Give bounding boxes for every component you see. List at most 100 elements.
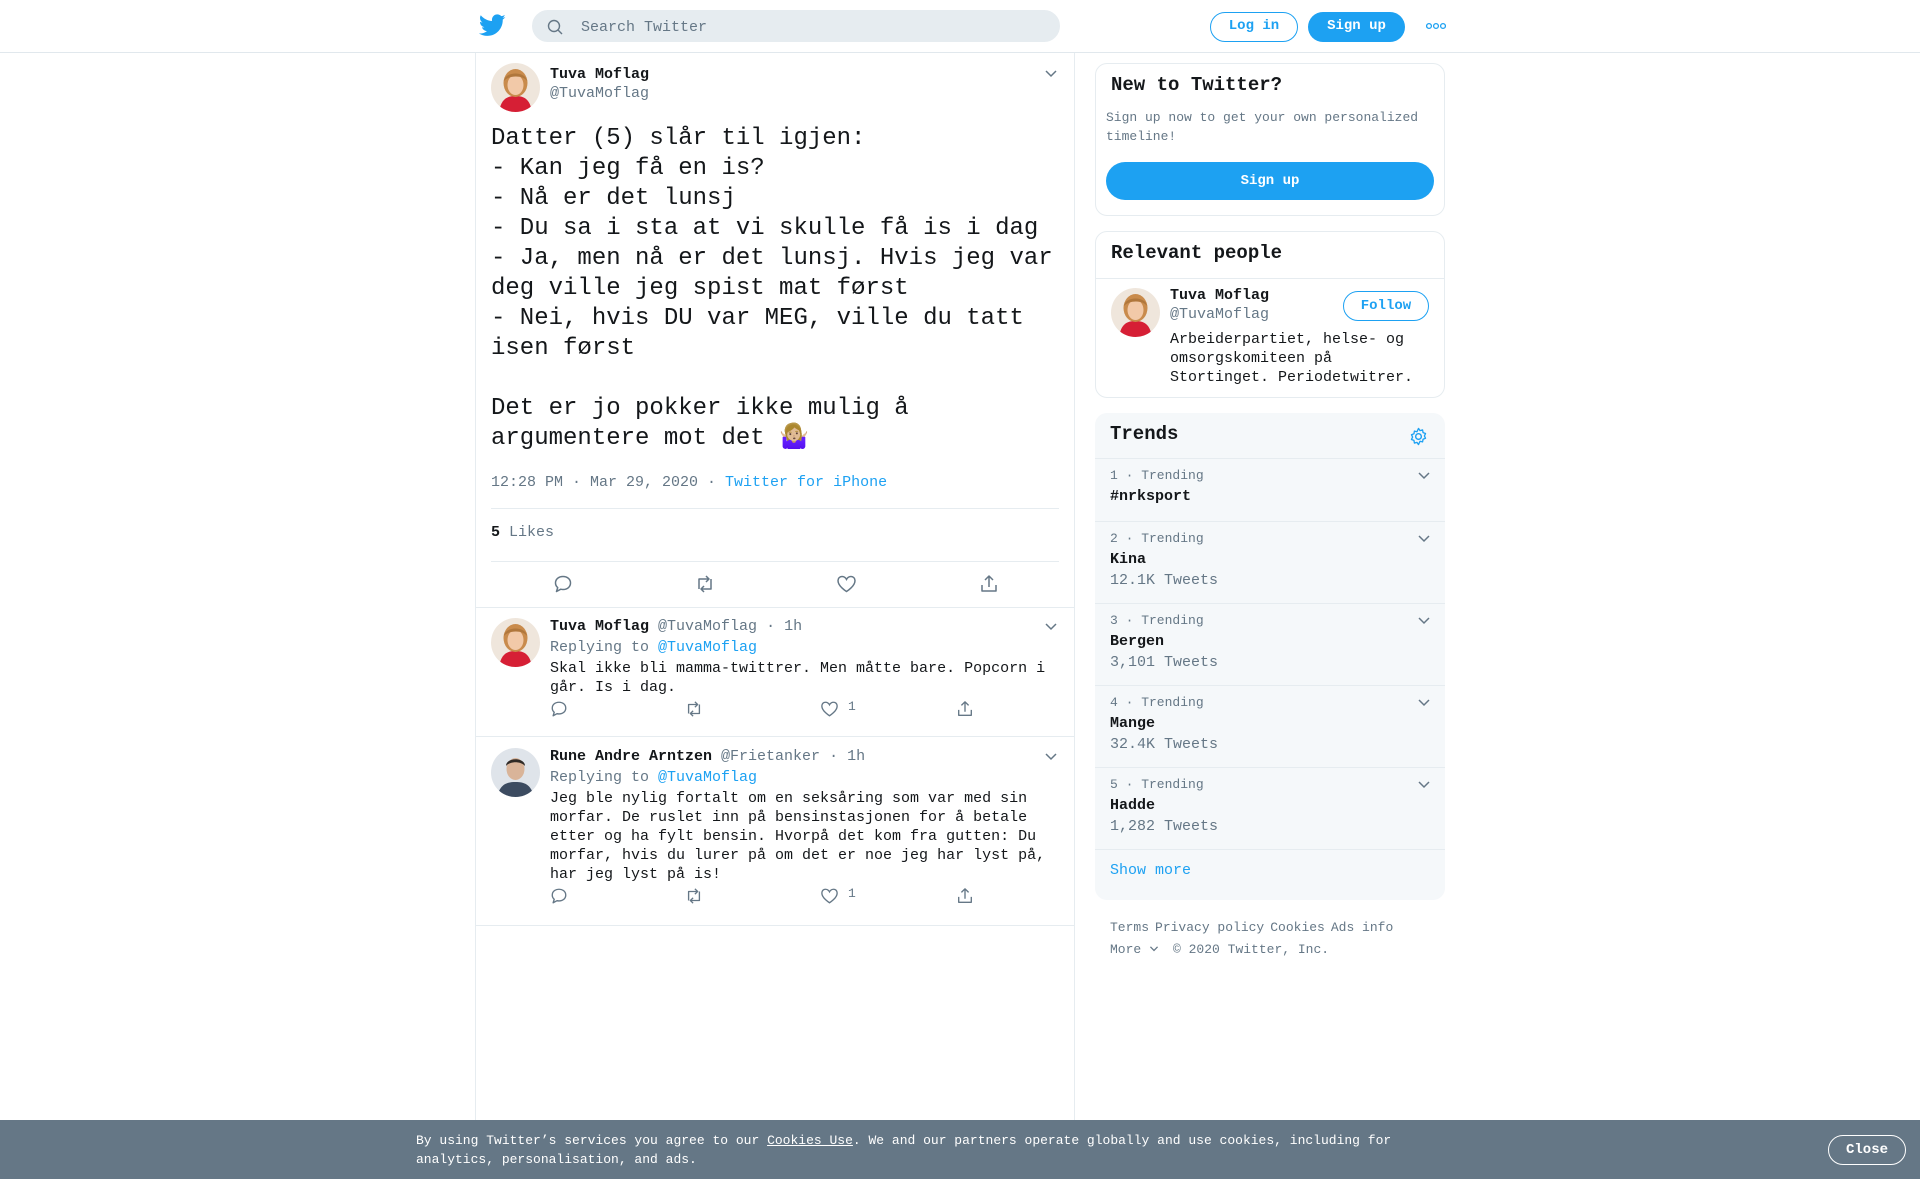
replying-to-link[interactable]: @TuvaMoflag <box>658 639 757 656</box>
footer-copyright: © 2020 Twitter, Inc. <box>1173 942 1330 957</box>
divider <box>476 925 1074 926</box>
chevron-down-icon[interactable] <box>1044 752 1058 762</box>
trend-item[interactable]: 5 · Trending Hadde 1,282 Tweets <box>1095 768 1445 850</box>
reply-icon[interactable] <box>550 887 568 905</box>
like-count: 1 <box>848 886 856 901</box>
twitter-bird-icon[interactable] <box>479 14 506 37</box>
cookies-use-link[interactable]: Cookies Use <box>767 1133 853 1148</box>
share-icon[interactable] <box>956 700 974 718</box>
divider <box>491 508 1059 509</box>
cookie-close-button[interactable]: Close <box>1828 1135 1906 1165</box>
author-handle[interactable]: @Frietanker <box>721 748 820 765</box>
trend-item[interactable]: 3 · Trending Bergen 3,101 Tweets <box>1095 604 1445 686</box>
chevron-down-icon[interactable] <box>1044 622 1058 632</box>
search-box[interactable] <box>532 10 1060 42</box>
avatar[interactable] <box>491 618 540 667</box>
card-title: Trends <box>1110 423 1179 445</box>
reply-icon[interactable] <box>550 700 568 718</box>
login-button[interactable]: Log in <box>1210 12 1298 42</box>
footer-ads-link[interactable]: Ads info <box>1331 920 1393 935</box>
chevron-down-icon[interactable] <box>1044 69 1058 79</box>
trend-count: 32.4K Tweets <box>1110 736 1219 753</box>
trend-rank: 5 · Trending <box>1110 777 1204 792</box>
replying-to: Replying to @TuvaMoflag <box>550 639 757 656</box>
avatar[interactable] <box>1111 288 1160 337</box>
reply-tweet[interactable]: Tuva Moflag @TuvaMoflag · 1h Replying to… <box>476 608 1074 737</box>
author-handle[interactable]: @TuvaMoflag <box>550 85 649 102</box>
footer-privacy-link[interactable]: Privacy policy <box>1155 920 1264 935</box>
like-icon[interactable] <box>836 574 857 594</box>
cookie-notice-text: By using Twitter’s services you agree to… <box>416 1131 1416 1169</box>
likes-number: 5 <box>491 524 501 541</box>
chevron-down-icon[interactable] <box>1417 534 1431 544</box>
main-timeline-column: Tuva Moflag @TuvaMoflag Datter (5) slår … <box>475 53 1075 1120</box>
reply-icon[interactable] <box>553 574 573 594</box>
search-icon <box>547 19 563 35</box>
follow-button[interactable]: Follow <box>1343 291 1429 321</box>
replying-label: Replying to <box>550 639 650 656</box>
footer-more-label: More <box>1110 942 1142 957</box>
more-dots-icon[interactable] <box>1426 21 1446 31</box>
like-icon[interactable] <box>820 887 839 905</box>
replying-to-link[interactable]: @TuvaMoflag <box>658 769 757 786</box>
card-title: New to Twitter? <box>1111 74 1283 96</box>
reply-age[interactable]: · 1h <box>829 748 865 765</box>
likes-count[interactable]: 5 Likes <box>491 524 554 541</box>
tweet-text: Datter (5) slår til igjen: - Kan jeg få … <box>491 125 1053 452</box>
trend-term: Mange <box>1110 715 1156 732</box>
trends-header: Trends <box>1095 413 1445 459</box>
share-icon[interactable] <box>956 887 974 905</box>
chevron-down-icon[interactable] <box>1417 471 1431 481</box>
card-description: Sign up now to get your own personalized… <box>1106 110 1419 144</box>
author-name[interactable]: Tuva Moflag <box>550 66 649 83</box>
trend-rank: 2 · Trending <box>1110 531 1204 546</box>
share-icon[interactable] <box>979 574 999 594</box>
chevron-down-icon[interactable] <box>1417 616 1431 626</box>
footer-more-menu[interactable]: More <box>1110 942 1159 957</box>
signup-button[interactable]: Sign up <box>1308 12 1405 42</box>
cookie-consent-bar: By using Twitter’s services you agree to… <box>0 1120 1920 1179</box>
trend-count: 1,282 Tweets <box>1110 818 1219 835</box>
trend-term: #nrksport <box>1110 488 1192 505</box>
reply-text: Jeg ble nylig fortalt om en seksåring so… <box>550 790 1046 883</box>
avatar[interactable] <box>491 748 540 797</box>
author-name[interactable]: Tuva Moflag <box>550 618 649 635</box>
tweet-time[interactable]: 12:28 PM · Mar 29, 2020 · <box>491 474 725 491</box>
divider <box>476 736 1074 737</box>
author-name[interactable]: Rune Andre Arntzen <box>550 748 712 765</box>
trend-count: 12.1K Tweets <box>1110 572 1219 589</box>
person-handle[interactable]: @TuvaMoflag <box>1170 306 1269 323</box>
gear-icon[interactable] <box>1409 427 1428 446</box>
relevant-people-card: Relevant people Tuva Moflag @TuvaMoflag … <box>1095 231 1445 398</box>
cookie-text-before: By using Twitter’s services you agree to… <box>416 1133 768 1148</box>
reply-text: Skal ikke bli mamma-twittrer. Men måtte … <box>550 660 1046 696</box>
new-to-twitter-card: New to Twitter? Sign up now to get your … <box>1095 63 1445 216</box>
person-name[interactable]: Tuva Moflag <box>1170 287 1269 304</box>
footer-terms-link[interactable]: Terms <box>1110 920 1149 935</box>
chevron-down-icon[interactable] <box>1417 698 1431 708</box>
trend-item[interactable]: 1 · Trending #nrksport <box>1095 459 1445 522</box>
chevron-down-icon[interactable] <box>1417 780 1431 790</box>
retweet-icon[interactable] <box>684 887 704 905</box>
divider <box>491 561 1059 562</box>
divider <box>1096 278 1444 279</box>
search-input[interactable] <box>581 17 1041 37</box>
footer-cookies-link[interactable]: Cookies <box>1270 920 1325 935</box>
show-more-link[interactable]: Show more <box>1110 862 1191 879</box>
retweet-icon[interactable] <box>694 574 716 594</box>
retweet-icon[interactable] <box>684 700 704 718</box>
person-bio: Arbeiderpartiet, helse- og omsorgskomite… <box>1170 331 1414 386</box>
card-title: Relevant people <box>1111 242 1283 264</box>
sidebar-signup-button[interactable]: Sign up <box>1106 162 1434 200</box>
like-icon[interactable] <box>820 700 839 718</box>
reply-tweet[interactable]: Rune Andre Arntzen @Frietanker · 1h Repl… <box>476 738 1074 926</box>
like-count: 1 <box>848 699 856 714</box>
trend-term: Bergen <box>1110 633 1165 650</box>
avatar[interactable] <box>491 63 540 112</box>
trend-item[interactable]: 2 · Trending Kina 12.1K Tweets <box>1095 522 1445 604</box>
author-handle[interactable]: @TuvaMoflag <box>658 618 757 635</box>
trend-item[interactable]: 4 · Trending Mange 32.4K Tweets <box>1095 686 1445 768</box>
reply-age[interactable]: · 1h <box>766 618 802 635</box>
trend-term: Hadde <box>1110 797 1156 814</box>
tweet-source-link[interactable]: Twitter for iPhone <box>725 474 887 491</box>
